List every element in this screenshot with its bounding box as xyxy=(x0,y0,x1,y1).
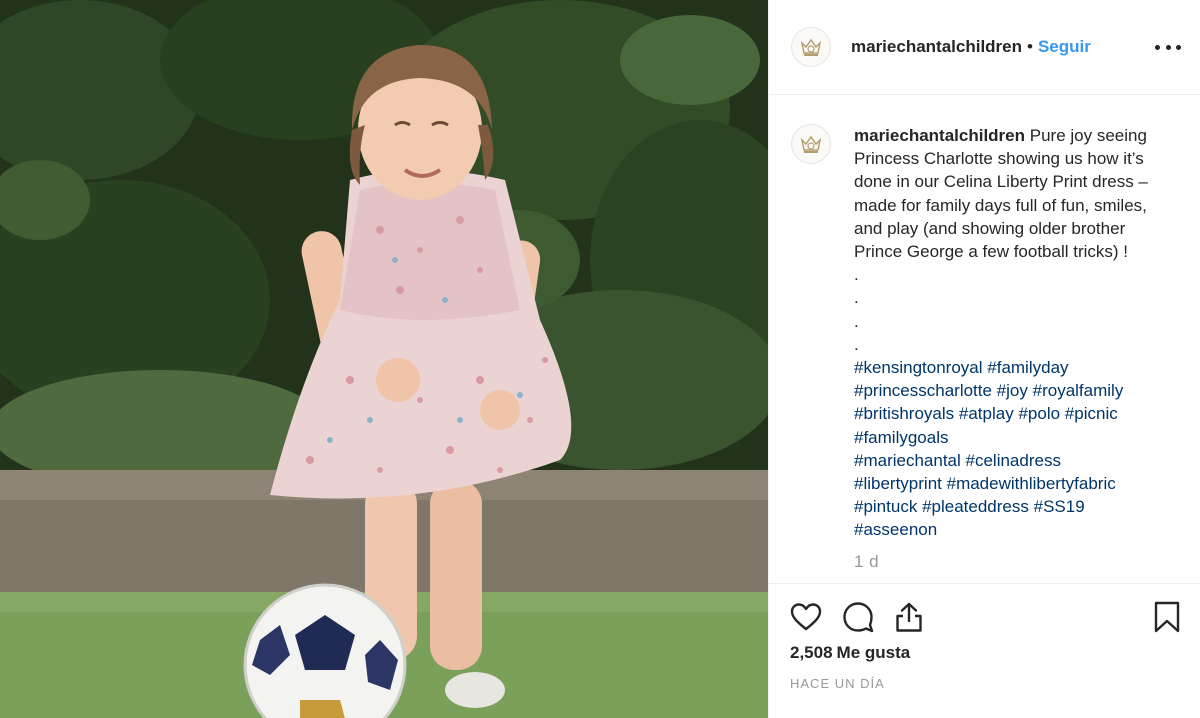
caption-text: Pure joy seeing xyxy=(1029,126,1147,145)
hashtag-link[interactable]: #picnic xyxy=(1065,404,1118,423)
caption-timestamp: 1 d xyxy=(854,551,880,571)
caption-line: made for family days full of fun, smiles… xyxy=(854,195,1147,215)
hashtag-line: #princesscharlotte #joy #royalfamily xyxy=(854,379,1184,402)
hashtag-line: #asseenon xyxy=(854,518,1184,541)
follow-button[interactable]: Seguir xyxy=(1038,37,1091,57)
hashtag-link[interactable]: #pleateddress xyxy=(922,497,1029,516)
hashtag-line: #pintuck #pleateddress #SS19 xyxy=(854,495,1184,518)
caption-dot: . xyxy=(854,288,859,308)
hashtag-line: #libertyprint #madewithlibertyfabric xyxy=(854,472,1184,495)
hashtag-link[interactable]: #royalfamily xyxy=(1033,381,1124,400)
caption-line: Prince George a few football tricks) ! xyxy=(854,242,1129,262)
photo-illustration xyxy=(0,0,768,718)
caption-dot: . xyxy=(854,265,859,285)
comments-area[interactable]: mariechantalchildren Pure joy seeing Pri… xyxy=(769,96,1200,583)
caption-dot: . xyxy=(854,311,859,331)
hashtag-line: #kensingtonroyal #familyday xyxy=(854,356,1184,379)
posted-time: HACE UN DÍA xyxy=(790,676,885,691)
hashtag-line: #mariechantal #celinadress xyxy=(854,449,1184,472)
like-button[interactable] xyxy=(789,600,823,634)
hashtag-link[interactable]: #asseenon xyxy=(854,520,937,539)
caption-line: and play (and showing older brother xyxy=(854,218,1126,238)
dot xyxy=(1155,44,1160,50)
caption-avatar[interactable] xyxy=(791,124,831,164)
heart-icon xyxy=(790,603,822,631)
hashtag-link[interactable]: #polo xyxy=(1018,404,1060,423)
post-side-panel: mariechantalchildren • Seguir mariechant… xyxy=(768,0,1200,718)
account-username[interactable]: mariechantalchildren xyxy=(851,37,1022,57)
hashtag-link[interactable]: #britishroyals xyxy=(854,404,954,423)
share-icon xyxy=(896,602,922,632)
comment-button[interactable] xyxy=(841,600,875,634)
dot xyxy=(1176,44,1181,50)
avatar[interactable] xyxy=(791,27,831,67)
bookmark-icon xyxy=(1154,601,1180,633)
caption-line: done in our Celina Liberty Print dress – xyxy=(854,172,1148,192)
save-button[interactable] xyxy=(1150,600,1184,634)
likes-count[interactable]: 2,508 Me gusta xyxy=(790,643,910,663)
action-icons xyxy=(789,600,1189,634)
comment-icon xyxy=(843,602,874,633)
caption-line: Princess Charlotte showing us how it’s xyxy=(854,149,1144,169)
hashtag-link[interactable]: #kensingtonroyal xyxy=(854,358,983,377)
hashtag-link[interactable]: #familyday xyxy=(987,358,1068,377)
more-options-icon[interactable] xyxy=(1155,36,1181,58)
hashtag-link[interactable]: #mariechantal xyxy=(854,451,961,470)
post-photo[interactable] xyxy=(0,0,768,718)
post-actions: 2,508 Me gusta HACE UN DÍA xyxy=(769,583,1200,718)
caption-username[interactable]: mariechantalchildren xyxy=(854,126,1025,145)
hashtag-link[interactable]: #celinadress xyxy=(966,451,1061,470)
hashtag-link[interactable]: #SS19 xyxy=(1034,497,1085,516)
caption-dot: . xyxy=(854,334,859,354)
hashtag-link[interactable]: #libertyprint xyxy=(854,474,942,493)
hashtag-link[interactable]: #princesscharlotte xyxy=(854,381,992,400)
hashtag-line: #familygoals xyxy=(854,426,1184,449)
share-button[interactable] xyxy=(892,600,926,634)
crown-logo-icon xyxy=(800,135,822,153)
caption-line: mariechantalchildren Pure joy seeing xyxy=(854,124,1184,147)
hashtag-link[interactable]: #pintuck xyxy=(854,497,917,516)
likes-label: Me gusta xyxy=(836,643,911,662)
hashtag-line: #britishroyals #atplay #polo #picnic xyxy=(854,402,1184,425)
post-header: mariechantalchildren • Seguir xyxy=(769,0,1200,95)
post-caption: mariechantalchildren Pure joy seeing Pri… xyxy=(854,124,1184,583)
separator-dot: • xyxy=(1027,37,1033,56)
crown-logo-icon xyxy=(800,38,822,56)
dot xyxy=(1165,44,1171,50)
hashtag-link[interactable]: #atplay xyxy=(959,404,1014,423)
hashtag-link[interactable]: #madewithlibertyfabric xyxy=(947,474,1116,493)
likes-number: 2,508 xyxy=(790,643,833,662)
hashtag-link[interactable]: #joy xyxy=(997,381,1028,400)
hashtag-link[interactable]: #familygoals xyxy=(854,428,949,447)
